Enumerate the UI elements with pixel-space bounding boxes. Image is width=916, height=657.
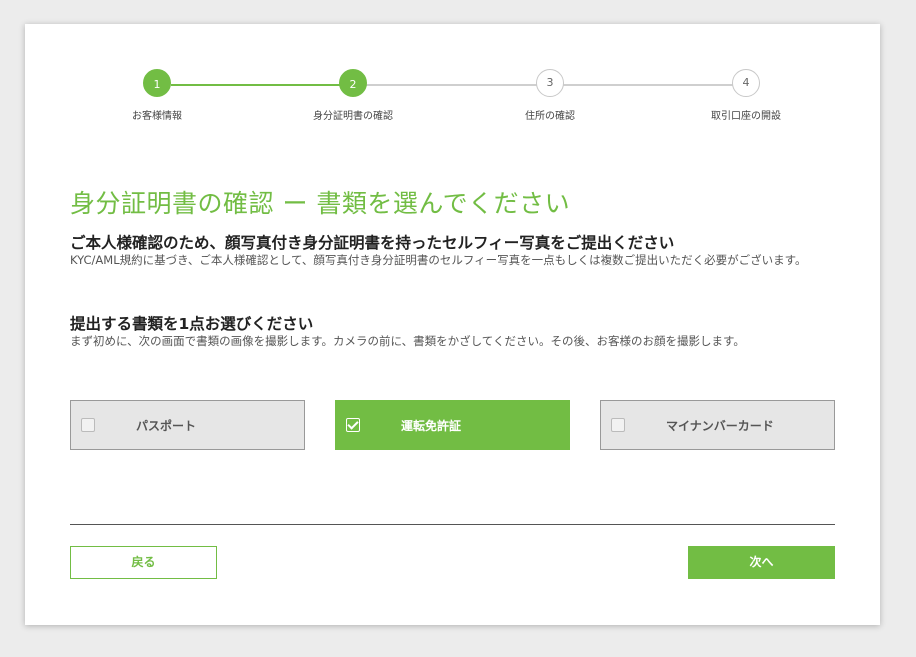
- next-button[interactable]: 次へ: [688, 546, 835, 579]
- option-my-number-card[interactable]: マイナンバーカード: [600, 400, 835, 450]
- step-4-label: 取引口座の開設: [711, 111, 781, 122]
- document-select-heading: 提出する書類を1点お選びください: [70, 315, 314, 333]
- step-1-number: 1: [153, 78, 161, 91]
- my-number-card-checkbox[interactable]: [611, 418, 625, 432]
- step-2-number: 2: [349, 78, 357, 91]
- option-my-number-card-label: マイナンバーカード: [666, 419, 774, 433]
- checkmark-icon: [347, 418, 359, 430]
- step-3-circle: 3: [536, 69, 564, 97]
- document-select-description: まず初めに、次の画面で書類の画像を撮影します。カメラの前に、書類をかざしてくださ…: [70, 334, 745, 348]
- step-2-label: 身分証明書の確認: [313, 111, 393, 122]
- option-drivers-license-label: 運転免許証: [401, 419, 462, 433]
- step-1-circle: 1: [143, 69, 171, 97]
- step-3-label: 住所の確認: [525, 111, 575, 122]
- step-4-circle: 4: [732, 69, 760, 97]
- step-1-label: お客様情報: [132, 111, 182, 122]
- selfie-heading: ご本人様確認のため、顔写真付き身分証明書を持ったセルフィー写真をご提出ください: [70, 234, 675, 252]
- option-drivers-license[interactable]: 運転免許証: [335, 400, 570, 450]
- page-title: 身分証明書の確認 ー 書類を選んでください: [70, 189, 571, 218]
- kyc-card: 1 お客様情報 2 身分証明書の確認 3 住所の確認 4 取引口座の開設 身分証…: [25, 24, 880, 625]
- stepper-line-completed: [171, 84, 353, 86]
- progress-stepper: 1 お客様情報 2 身分証明書の確認 3 住所の確認 4 取引口座の開設: [25, 69, 880, 129]
- step-2-circle: 2: [339, 69, 367, 97]
- passport-checkbox[interactable]: [81, 418, 95, 432]
- step-4-number: 4: [742, 76, 750, 89]
- option-passport[interactable]: パスポート: [70, 400, 305, 450]
- option-passport-label: パスポート: [136, 419, 197, 433]
- drivers-license-checkbox[interactable]: [346, 418, 360, 432]
- back-button[interactable]: 戻る: [70, 546, 217, 579]
- footer-divider: [70, 524, 835, 525]
- selfie-description: KYC/AML規約に基づき、ご本人様確認として、顔写真付き身分証明書のセルフィー…: [70, 253, 807, 267]
- step-3-number: 3: [546, 76, 554, 89]
